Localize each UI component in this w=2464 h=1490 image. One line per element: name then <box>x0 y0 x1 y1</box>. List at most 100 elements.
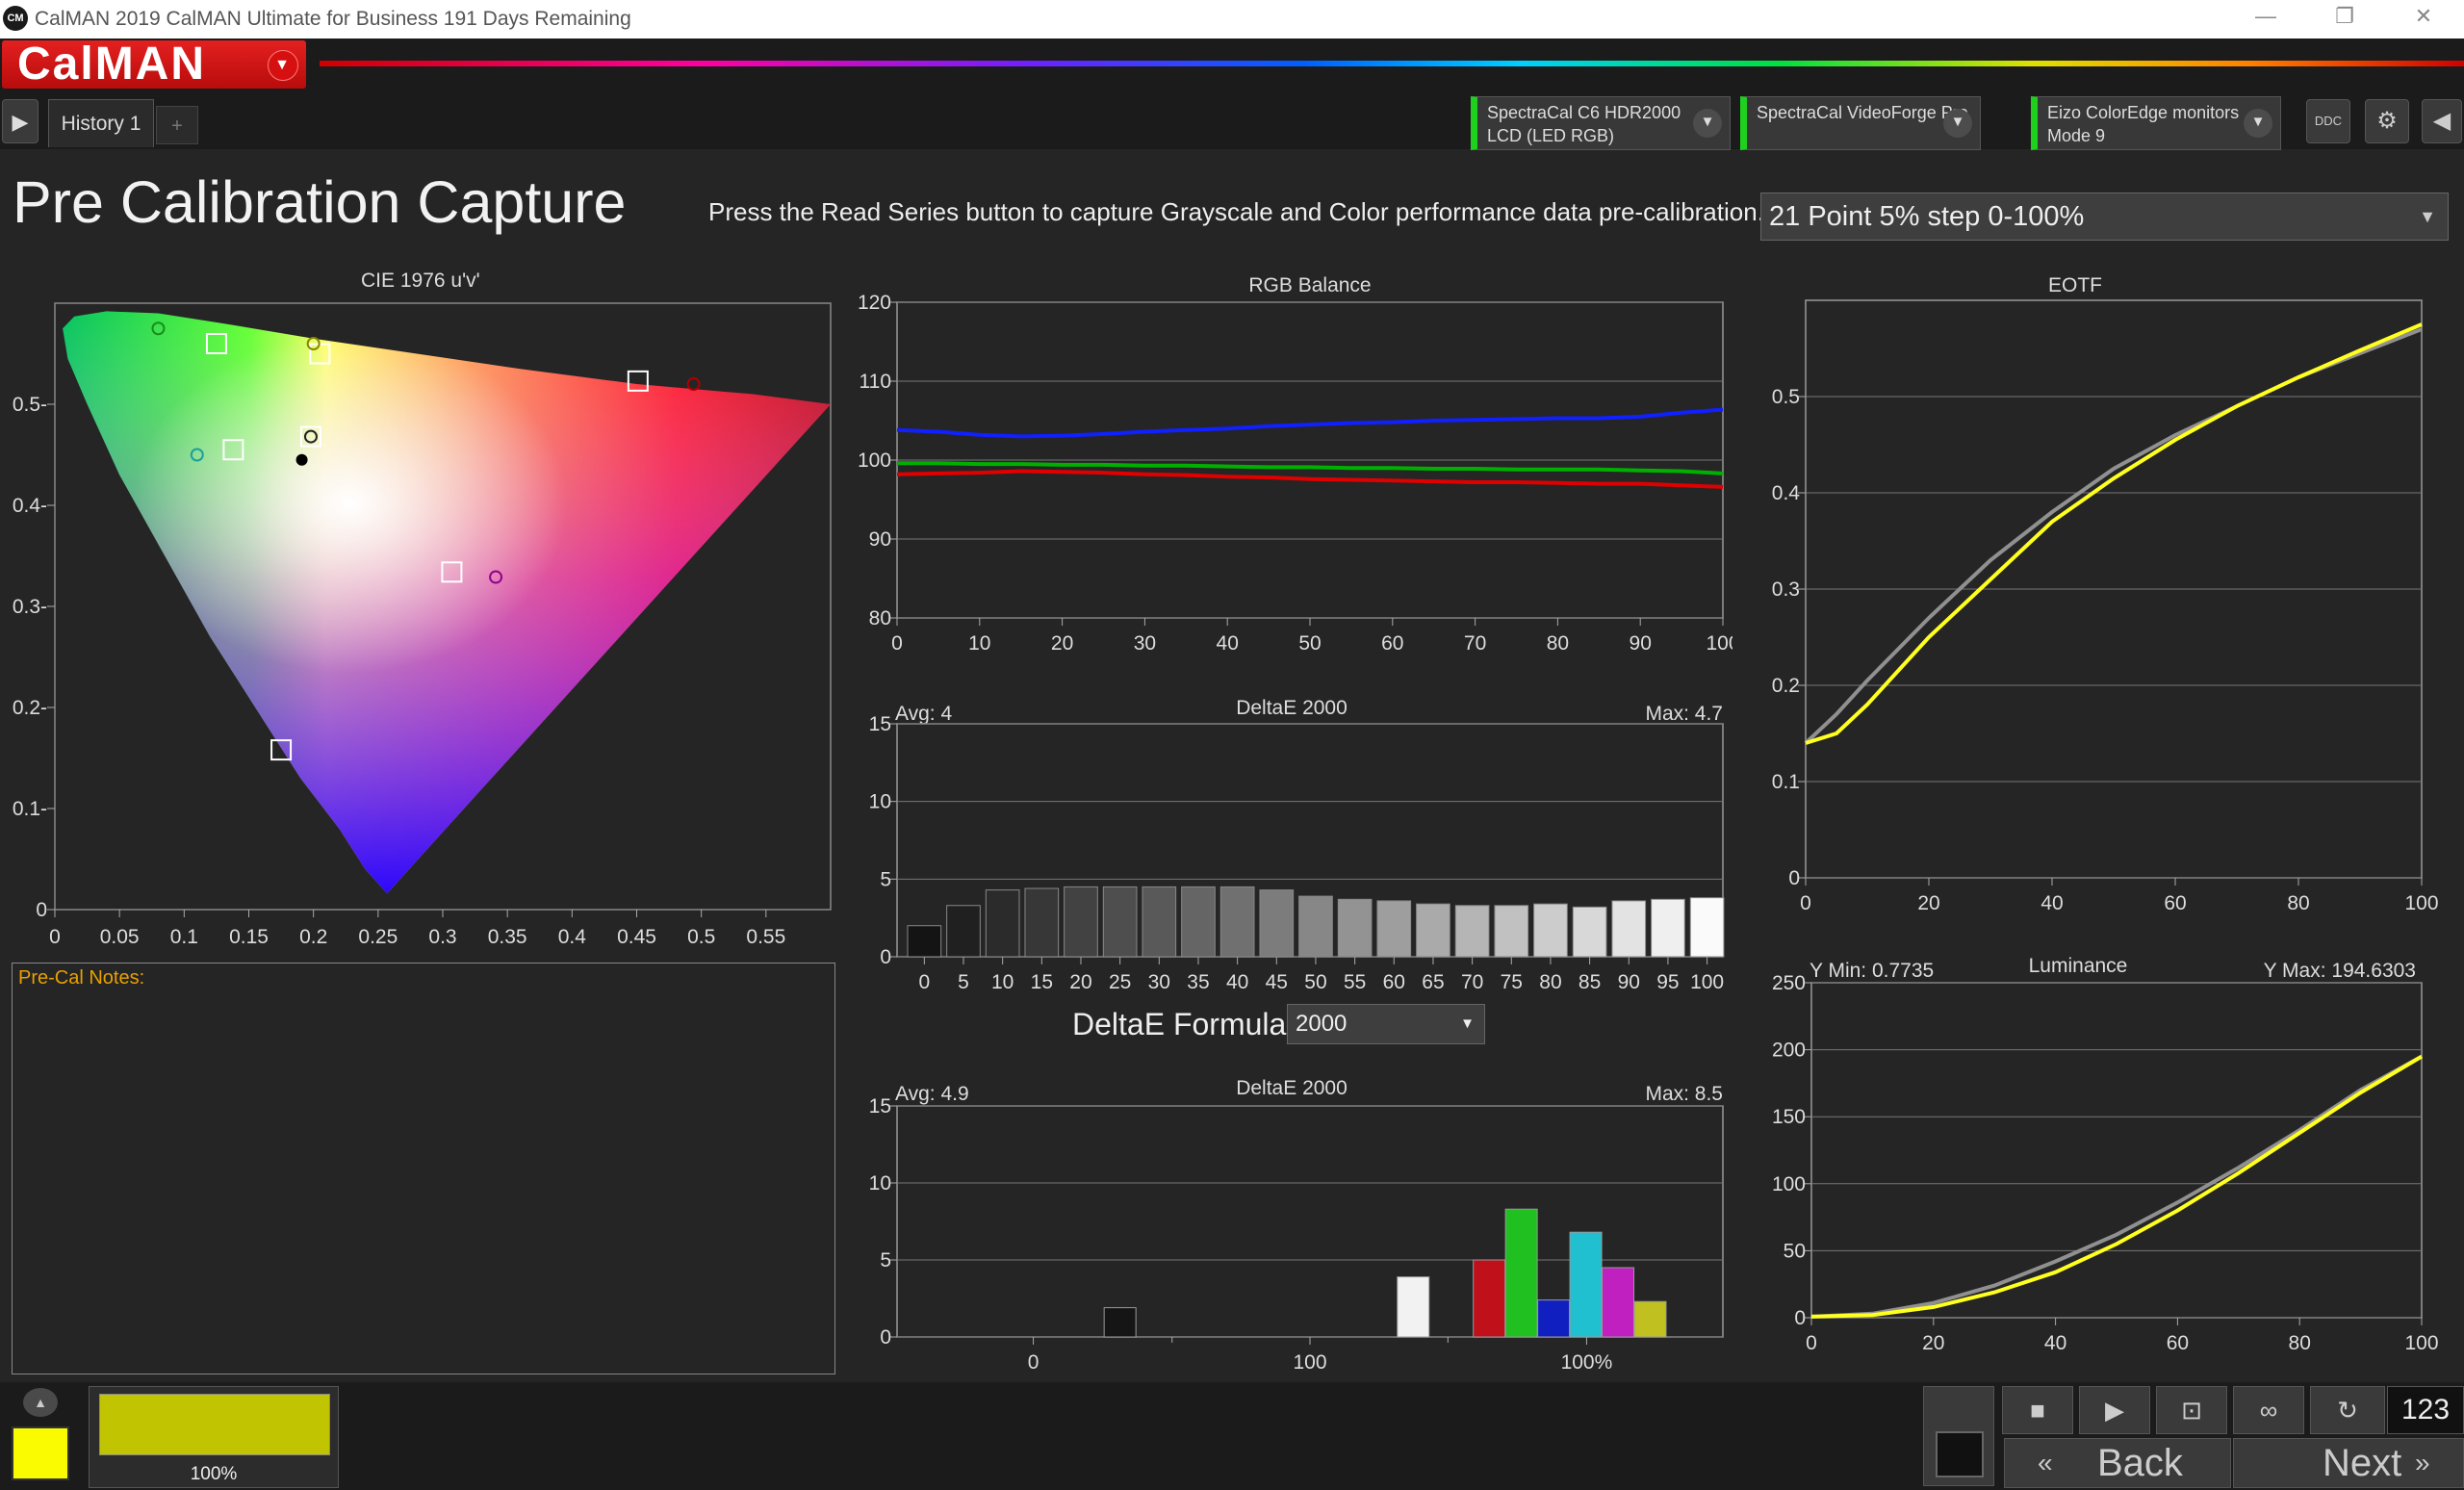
device-line1: SpectraCal C6 HDR2000 <box>1487 103 1681 122</box>
calman-menu-button[interactable]: CalMAN ▼ <box>2 40 306 89</box>
ddc-button[interactable]: DDC <box>2306 99 2350 143</box>
step-icon: ⊡ <box>2181 1396 2202 1425</box>
eotf-y-tick-label: 0.2 <box>1772 675 1800 697</box>
close-icon[interactable]: ✕ <box>2404 4 2443 29</box>
minimize-icon[interactable]: — <box>2246 4 2285 29</box>
deg-x-tick-label: 40 <box>1226 971 1248 989</box>
lum-y-tick-label: 250 <box>1772 972 1806 994</box>
deg-y-tick-label: 15 <box>869 713 891 735</box>
eotf-x-tick-label: 80 <box>2287 892 2309 914</box>
series-select[interactable]: 21 Point 5% step 0-100% ▼ <box>1760 193 2449 241</box>
eotf-y-tick-label: 0 <box>1788 867 1800 889</box>
deltae-color-title: DeltaE 2000 <box>1236 1077 1348 1099</box>
deltae-formula-label: DeltaE Formula <box>1072 1007 1287 1041</box>
collapse-right-panel-button[interactable]: ◀ <box>2422 99 2462 143</box>
lum-x-tick-label: 80 <box>2289 1332 2311 1354</box>
refresh-icon: ↻ <box>2337 1396 2358 1425</box>
cie-x-tick-label: 0.55 <box>746 926 785 948</box>
deltae-color-chart: DeltaE 2000 Avg: 4.9 Max: 8.5 0 5 10 15 0 100 100… <box>847 1071 1732 1379</box>
eotf-chart: EOTF 0 0.1 0.2 0.3 0.4 0.5 0 20 40 60 80 100 <box>1742 270 2464 924</box>
deltae-grayscale-bar <box>1651 898 1685 958</box>
lum-x-tick-label: 40 <box>2044 1332 2066 1354</box>
deltae-grayscale-bar <box>1572 906 1607 958</box>
cie-y-tick-label: 0.4- <box>13 495 47 517</box>
eotf-y-tick-label: 0.4 <box>1772 482 1801 504</box>
pattern-generator-selector[interactable]: SpectraCal VideoForge Pro ▼ <box>1740 96 1981 150</box>
tab-history-1[interactable]: History 1 <box>48 99 154 147</box>
back-button[interactable]: « Back <box>2004 1438 2231 1488</box>
deltae-grayscale-bar <box>1376 900 1412 958</box>
rgb-x-tick-label: 30 <box>1134 632 1156 655</box>
rgb-balance-chart: RGB Balance 80 90 100 110 120 0 10 20 30 40 50 60 70 8… <box>847 270 1732 664</box>
plus-icon: + <box>171 116 183 137</box>
deltae-color-bar <box>1103 1307 1137 1338</box>
deg-x-tick-label: 50 <box>1304 971 1326 989</box>
deg-x-tick-label: 0 <box>918 971 930 989</box>
rgb-x-tick-label: 0 <box>891 632 903 655</box>
dec-x-tick-label: 100 <box>1293 1351 1326 1374</box>
expand-left-panel-button[interactable]: ▶ <box>2 99 38 143</box>
deg-x-tick-label: 100 <box>1690 971 1724 989</box>
chevron-down-icon: ▼ <box>2419 207 2436 226</box>
deg-x-tick-label: 25 <box>1109 971 1131 989</box>
cie-y-tick-label: 0.5- <box>13 394 47 416</box>
notes-label: Pre-Cal Notes: <box>18 967 145 989</box>
restore-icon[interactable]: ❐ <box>2325 4 2364 29</box>
target-patch-button[interactable] <box>1923 1386 1994 1486</box>
deltae-grayscale-chart: DeltaE 2000 Avg: 4 Max: 4.7 0 5 10 15 0 5 10 15 20 2… <box>847 691 1732 989</box>
cie-y-tick-label: 0.1- <box>13 798 47 820</box>
cie-x-tick-label: 0.25 <box>358 926 398 948</box>
pre-cal-notes[interactable]: Pre-Cal Notes: <box>12 963 835 1374</box>
step-read-button[interactable]: ⊡ <box>2156 1386 2227 1434</box>
current-target-swatch <box>12 1426 69 1480</box>
target-patch-icon <box>1936 1431 1984 1477</box>
cie-chart: 0 0.05 0.1 0.15 0.2 0.25 0.3 0.35 0.4 0.45 0.5 0.55… <box>0 265 847 958</box>
device-line1: SpectraCal VideoForge Pro <box>1757 103 1968 122</box>
dec-y-tick-label: 5 <box>880 1249 891 1272</box>
stop-button[interactable]: ■ <box>2002 1386 2073 1434</box>
deg-x-tick-label: 10 <box>991 971 1014 989</box>
measurement-swatch[interactable]: 100% <box>89 1386 339 1488</box>
cie-x-tick-label: 0.3 <box>428 926 456 948</box>
refresh-button[interactable]: ↻ <box>2310 1386 2385 1434</box>
deltae-color-bar <box>1504 1208 1538 1338</box>
play-icon: ▶ <box>2105 1396 2124 1425</box>
settings-button[interactable]: ⚙ <box>2365 99 2409 143</box>
read-series-button[interactable]: ▶ <box>2079 1386 2150 1434</box>
deltae-grayscale-bar <box>1689 897 1725 958</box>
deg-x-tick-label: 5 <box>958 971 969 989</box>
continuous-read-button[interactable]: ∞ <box>2233 1386 2304 1434</box>
eotf-title: EOTF <box>2048 274 2102 296</box>
rgb-x-tick-label: 70 <box>1464 632 1486 655</box>
deg-x-tick-label: 80 <box>1539 971 1561 989</box>
rgb-balance-title: RGB Balance <box>1248 274 1371 296</box>
lum-x-frame <box>1810 982 2423 1319</box>
eotf-y-tick-label: 0.1 <box>1772 771 1800 793</box>
deltae-formula-select[interactable]: 2000 ▼ <box>1287 1004 1485 1044</box>
lum-y-tick-label: 200 <box>1772 1040 1806 1062</box>
cie-x-tick-label: 0.05 <box>100 926 140 948</box>
spectrum-bar <box>320 61 2464 66</box>
deg-x-tick-label: 55 <box>1344 971 1366 989</box>
chevron-down-icon: ▼ <box>1460 1015 1475 1032</box>
collapse-swatch-button[interactable]: ▲ <box>23 1388 58 1417</box>
rgb-y-tick-label: 120 <box>858 292 891 314</box>
instruction-text: Press the Read Series button to capture … <box>708 197 1764 226</box>
deg-y-tick-label: 0 <box>880 946 891 968</box>
page-title: Pre Calibration Capture <box>13 169 627 235</box>
eotf-x-tick-label: 0 <box>1800 892 1811 914</box>
double-chevron-left-icon: « <box>2038 1448 2053 1477</box>
cie-x-tick-label: 0.15 <box>229 926 269 948</box>
meter-device-selector[interactable]: SpectraCal C6 HDR2000 LCD (LED RGB) ▼ <box>1471 96 1731 150</box>
rgb-x-tick-label: 40 <box>1217 632 1239 655</box>
deltae-grayscale-title: DeltaE 2000 <box>1236 697 1348 719</box>
chevron-down-icon: ▼ <box>2244 109 2272 138</box>
add-tab-button[interactable]: + <box>156 106 198 144</box>
lum-x-tick-label: 100 <box>2404 1332 2438 1354</box>
dec-x-tick-label: 100% <box>1561 1351 1613 1374</box>
next-button[interactable]: Next » <box>2233 1438 2464 1488</box>
rgb-x-tick-label: 50 <box>1298 632 1321 655</box>
deg-x-tick-label: 45 <box>1266 971 1288 989</box>
play-left-icon: ◀ <box>2432 108 2451 134</box>
display-device-selector[interactable]: Eizo ColorEdge monitors Mode 9 ▼ <box>2031 96 2281 150</box>
